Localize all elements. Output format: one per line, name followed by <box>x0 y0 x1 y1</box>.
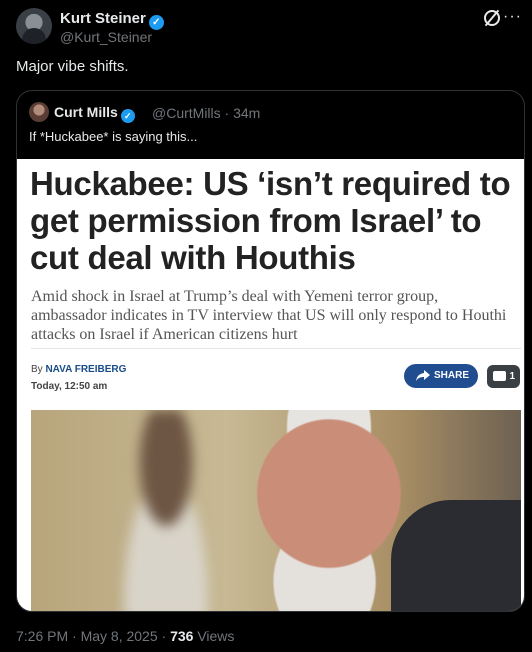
share-label: SHARE <box>434 370 470 381</box>
share-icon <box>416 370 430 381</box>
quote-author-meta: @CurtMills · 34m <box>152 105 261 121</box>
quote-author-name-row: Curt Mills ✓ <box>54 104 135 123</box>
author-avatar[interactable] <box>16 8 52 44</box>
verified-badge-icon: ✓ <box>148 15 164 30</box>
byline-author: NAVA FREIBERG <box>45 364 127 375</box>
quote-author-name: Curt Mills <box>54 104 118 120</box>
tweet-timestamp[interactable]: 7:26 PM · May 8, 2025 · <box>16 628 170 644</box>
more-icon[interactable]: ··· <box>503 8 522 26</box>
suit-shoulder <box>391 500 521 611</box>
tweet-text: Major vibe shifts. <box>16 58 129 75</box>
author-name[interactable]: Kurt Steiner <box>60 10 146 27</box>
article-headline: Huckabee: US ‘isn’t required to get perm… <box>30 165 511 276</box>
comment-button: 1 <box>487 365 520 388</box>
grok-icon[interactable] <box>484 10 500 26</box>
tweet-footer: 7:26 PM · May 8, 2025 · 736 Views <box>16 628 234 644</box>
quote-author-avatar <box>29 102 49 122</box>
quoted-tweet[interactable]: Curt Mills ✓ @CurtMills · 34m If *Huckabe… <box>16 90 525 612</box>
share-button: SHARE <box>404 364 478 388</box>
views-label: Views <box>193 628 235 644</box>
views-count: 736 <box>170 628 194 644</box>
article-byline: By NAVA FREIBERG <box>31 364 126 375</box>
article-image[interactable]: Huckabee: US ‘isn’t required to get perm… <box>17 159 524 611</box>
verified-badge-icon: ✓ <box>120 109 135 123</box>
comment-icon <box>493 371 506 381</box>
quote-text: If *Huckabee* is saying this... <box>29 129 198 144</box>
author-handle[interactable]: @Kurt_Steiner <box>60 29 152 45</box>
article-published: Today, 12:50 am <box>31 381 108 392</box>
tweet-header: Kurt Steiner ✓ @Kurt_Steiner ··· <box>16 8 521 48</box>
byline-prefix: By <box>31 364 46 375</box>
author-name-row[interactable]: Kurt Steiner ✓ <box>60 10 164 30</box>
article-photo <box>31 410 521 611</box>
article-divider <box>31 348 521 349</box>
comment-count: 1 <box>509 371 515 382</box>
article-subhead: Amid shock in Israel at Trump’s deal wit… <box>31 288 507 343</box>
background-person <box>101 410 231 611</box>
